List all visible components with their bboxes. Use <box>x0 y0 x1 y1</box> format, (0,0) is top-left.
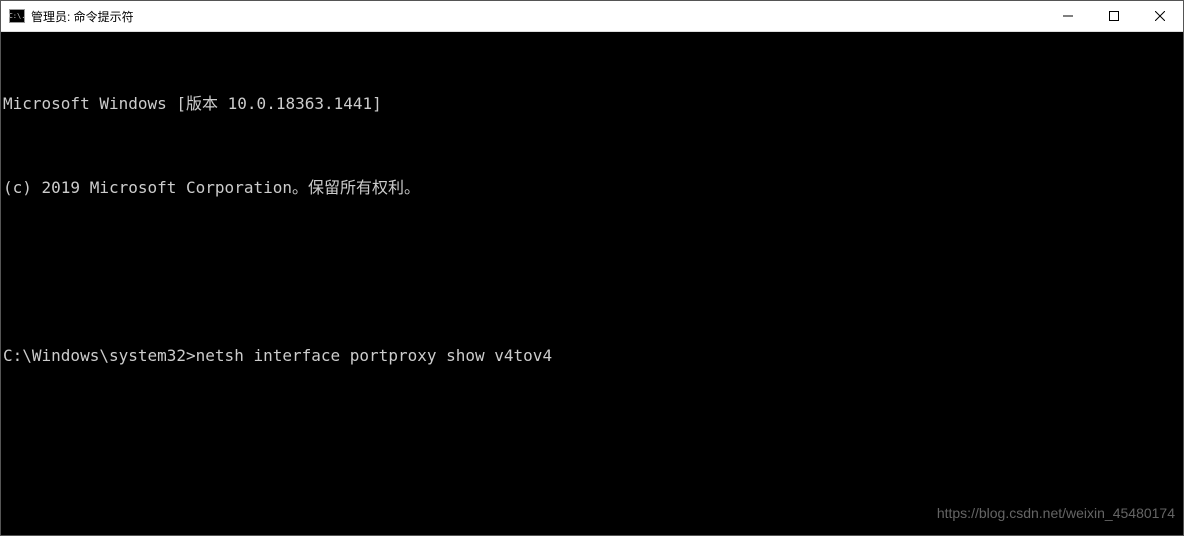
window-title: 管理员: 命令提示符 <box>31 8 134 25</box>
close-icon <box>1155 11 1165 21</box>
titlebar[interactable]: C:\. 管理员: 命令提示符 <box>1 1 1183 32</box>
minimize-button[interactable] <box>1045 1 1091 31</box>
version-line: Microsoft Windows [版本 10.0.18363.1441] <box>3 90 1181 118</box>
terminal-output[interactable]: Microsoft Windows [版本 10.0.18363.1441] (… <box>1 32 1183 535</box>
command-prompt-window: C:\. 管理员: 命令提示符 Microsoft Windows [版本 10… <box>0 0 1184 536</box>
copyright-line: (c) 2019 Microsoft Corporation。保留所有权利。 <box>3 174 1181 202</box>
close-button[interactable] <box>1137 1 1183 31</box>
maximize-icon <box>1109 11 1119 21</box>
cmd-icon: C:\. <box>9 9 25 23</box>
maximize-button[interactable] <box>1091 1 1137 31</box>
minimize-icon <box>1063 11 1073 21</box>
command-line-1: C:\Windows\system32>netsh interface port… <box>3 342 1181 370</box>
watermark: https://blog.csdn.net/weixin_45480174 <box>937 499 1175 527</box>
